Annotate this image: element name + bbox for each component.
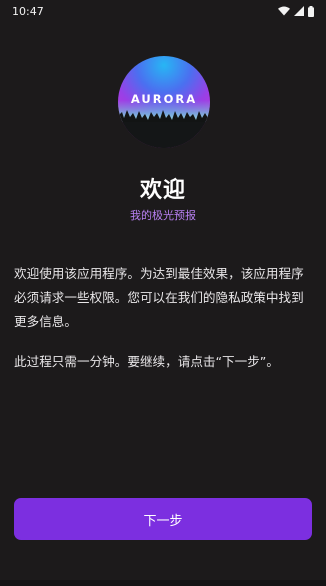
welcome-title: 欢迎 (139, 178, 186, 203)
continue-instruction: 此过程只需一分钟。要继续，请点击“下一步”。 (14, 354, 279, 369)
navigation-bar (0, 580, 326, 586)
signal-icon (294, 6, 304, 16)
status-bar: 10:47 (0, 0, 326, 22)
wifi-icon (278, 6, 290, 16)
permission-description: 欢迎使用该应用程序。为达到最佳效果，该应用程序必须请求一些权限。您可以在我们的隐… (14, 266, 304, 329)
app-subtitle: 我的极光预报 (130, 209, 196, 222)
battery-icon (308, 5, 314, 17)
next-button[interactable]: 下一步 (14, 498, 312, 540)
status-time: 10:47 (12, 4, 44, 18)
status-icons (278, 5, 314, 17)
logo-text: AURORA (130, 92, 198, 106)
aurora-logo: AURORA (118, 56, 210, 148)
